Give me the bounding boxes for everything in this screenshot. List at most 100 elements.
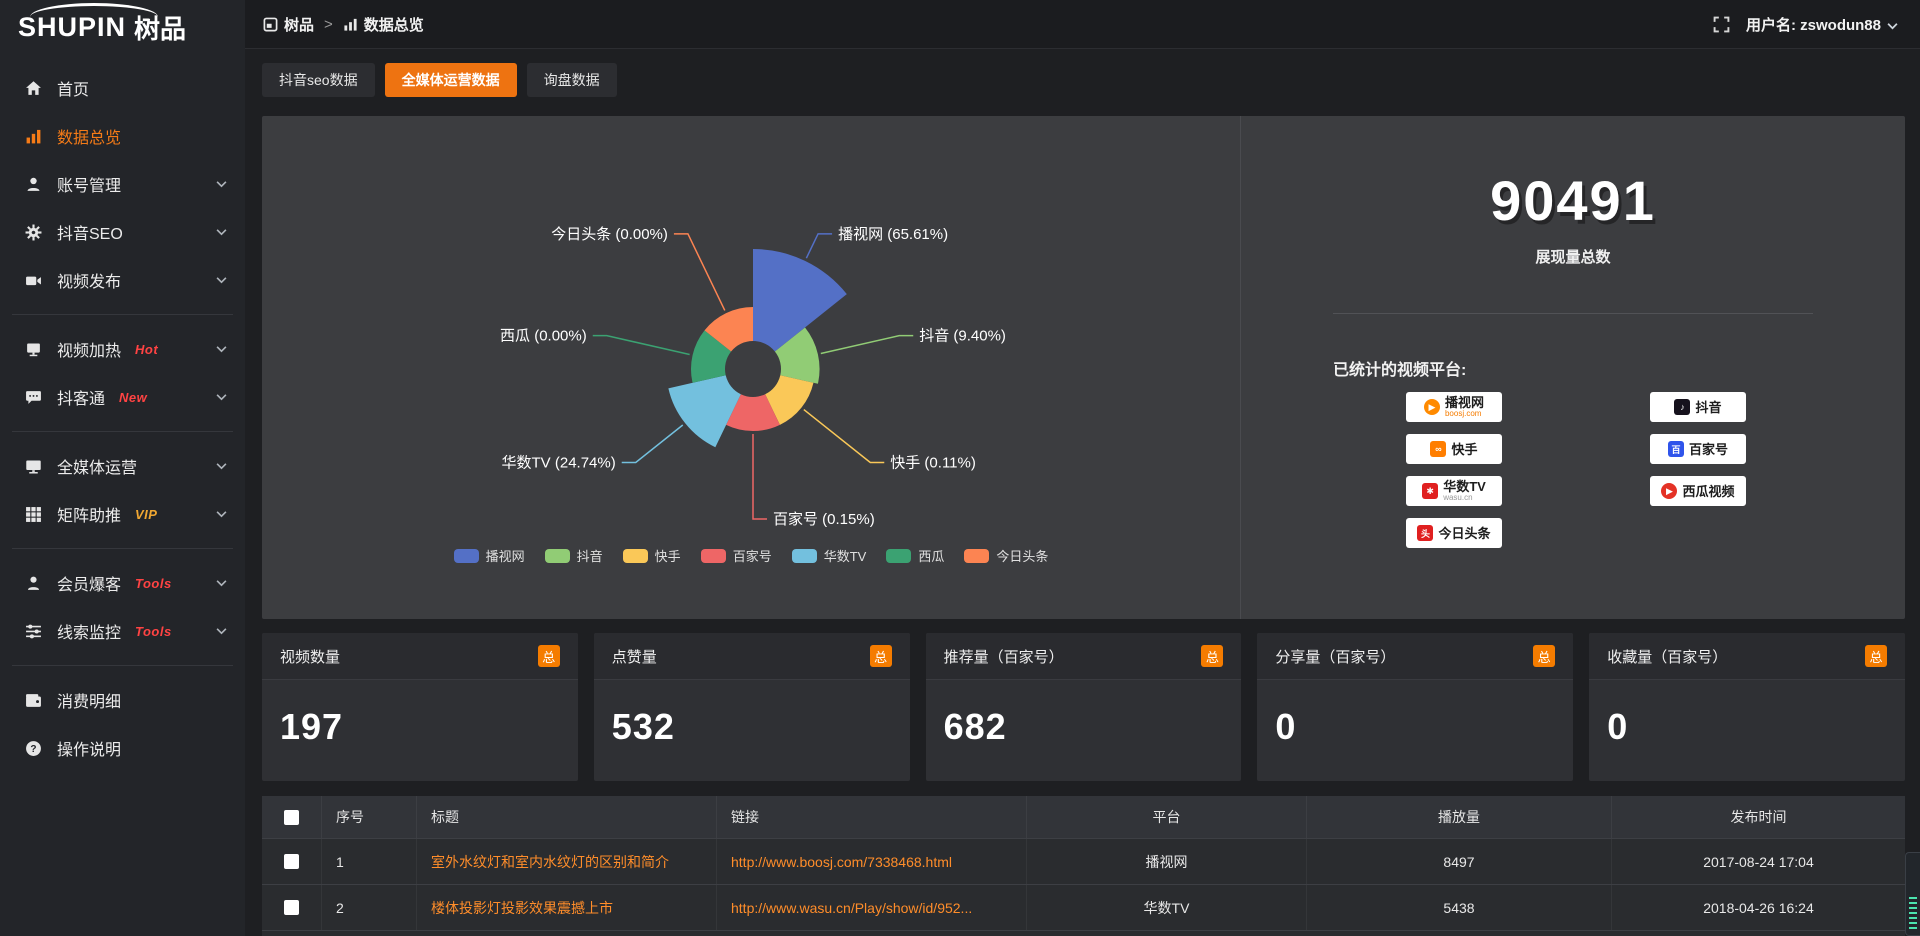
sidebar-item-grid[interactable]: 矩阵助推VIP (0, 490, 245, 538)
legend-label: 百家号 (733, 546, 772, 565)
legend-item-4[interactable]: 华数TV (792, 546, 867, 565)
stat-card-title: 推荐量（百家号） (944, 646, 1064, 667)
page-scrollbar[interactable] (1905, 852, 1920, 936)
legend-swatch (454, 549, 479, 563)
video-url-link[interactable]: http://www.wasu.cn/Play/show/id/952... (731, 900, 972, 916)
sidebar-item-badge: Tools (135, 624, 172, 639)
user-menu[interactable]: 用户名: zswodun88 (1746, 14, 1898, 35)
header-time: 发布时间 (1612, 796, 1905, 838)
cell-plays: 5438 (1307, 885, 1612, 930)
row-checkbox[interactable] (284, 900, 299, 915)
total-impressions-value: 90491 (1241, 172, 1905, 230)
tou-logo-icon: 头 (1417, 525, 1433, 541)
infinity-logo-icon: ∞ (1430, 441, 1446, 457)
pie-label-line-0 (806, 234, 832, 258)
sidebar-item-monitor[interactable]: 全媒体运营 (0, 442, 245, 490)
stat-card-value: 0 (1589, 680, 1905, 748)
legend-item-2[interactable]: 快手 (623, 546, 681, 565)
legend-item-5[interactable]: 西瓜 (886, 546, 944, 565)
stat-card-title: 分享量（百家号） (1275, 646, 1395, 667)
bar-chart-icon (343, 17, 358, 32)
sidebar-item-label: 消费明细 (57, 688, 121, 712)
screen-icon (24, 341, 42, 358)
platform-name: 抖音 (1695, 401, 1721, 414)
stat-card-value: 0 (1257, 680, 1573, 748)
chevron-down-icon (216, 627, 227, 635)
sidebar-divider (12, 665, 233, 666)
legend-item-6[interactable]: 今日头条 (964, 546, 1048, 565)
play-logo-icon: ▶ (1424, 399, 1440, 415)
summary-divider (1333, 313, 1813, 314)
tab-0[interactable]: 抖音seo数据 (262, 63, 375, 97)
sidebar-item-question[interactable]: ?操作说明 (0, 724, 245, 772)
header-title: 标题 (417, 796, 717, 838)
sidebar-item-gear[interactable]: 抖音SEO (0, 208, 245, 256)
sliders-icon (24, 623, 42, 640)
total-badge[interactable]: 总 (1201, 645, 1223, 667)
platform-badge-1-0: ♪抖音 (1650, 392, 1746, 422)
sidebar-item-home[interactable]: 首页 (0, 64, 245, 112)
tab-bar: 抖音seo数据全媒体运营数据询盘数据 (262, 63, 1905, 97)
chevron-down-icon (216, 393, 227, 401)
chevron-down-icon (216, 228, 227, 236)
platform-badge-1-2: ▶西瓜视频 (1650, 476, 1746, 506)
sidebar-item-label: 抖客通 (57, 385, 105, 409)
legend-label: 西瓜 (918, 546, 944, 565)
pie-label-1: 抖音 (9.40%) (919, 328, 1006, 345)
sidebar-item-person[interactable]: 会员爆客Tools (0, 559, 245, 607)
sidebar-divider (12, 431, 233, 432)
total-badge[interactable]: 总 (870, 645, 892, 667)
platform-badge-1-1: 百百家号 (1650, 434, 1746, 464)
video-url-link[interactable]: http://www.boosj.com/7338468.html (731, 854, 952, 870)
legend-swatch (792, 549, 817, 563)
sidebar-item-sliders[interactable]: 线索监控Tools (0, 607, 245, 655)
pie-label-0: 播视网 (65.61%) (838, 226, 948, 243)
row-select-cell (262, 885, 322, 930)
row-checkbox[interactable] (284, 854, 299, 869)
stat-card-value: 682 (926, 680, 1242, 748)
select-all-cell (262, 796, 322, 838)
table-header-row: 序号 标题 链接 平台 播放量 发布时间 (262, 796, 1905, 839)
legend-item-3[interactable]: 百家号 (701, 546, 772, 565)
select-all-checkbox[interactable] (284, 810, 299, 825)
total-badge[interactable]: 总 (1865, 645, 1887, 667)
tab-2[interactable]: 询盘数据 (527, 63, 617, 97)
video-title-link[interactable]: 楼体投影灯投影效果震撼上市 (431, 898, 613, 918)
legend-swatch (886, 549, 911, 563)
sidebar-item-wallet[interactable]: 消费明细 (0, 676, 245, 724)
platform-name: 西瓜视频 (1682, 485, 1734, 498)
stat-card-3: 分享量（百家号） 总 0 (1257, 633, 1573, 781)
stat-card-4: 收藏量（百家号）总0 (1589, 633, 1905, 781)
sidebar-item-user[interactable]: 账号管理 (0, 160, 245, 208)
legend-item-0[interactable]: 播视网 (454, 546, 525, 565)
stat-card-value: 532 (594, 680, 910, 748)
legend-label: 快手 (655, 546, 681, 565)
total-badge[interactable]: 总 (538, 645, 560, 667)
cell-seq: 1 (322, 839, 417, 884)
tab-1[interactable]: 全媒体运营数据 (385, 63, 517, 97)
fullscreen-icon[interactable] (1713, 16, 1730, 33)
bai-logo-icon: 百 (1668, 441, 1684, 457)
legend-item-1[interactable]: 抖音 (545, 546, 603, 565)
bars-icon (24, 128, 42, 145)
stat-card-header: 视频数量 总 (262, 633, 578, 680)
platform-badge-0-1: ∞快手 (1406, 434, 1502, 464)
gear-icon (24, 224, 42, 241)
header-link: 链接 (717, 796, 1027, 838)
stat-card-0: 视频数量总197 (262, 633, 578, 781)
sidebar-item-bars[interactable]: 数据总览 (0, 112, 245, 160)
sidebar-item-label: 全媒体运营 (57, 454, 137, 478)
total-badge[interactable]: 总 (1533, 645, 1555, 667)
sidebar-item-video[interactable]: 视频发布 (0, 256, 245, 304)
video-title-link[interactable]: 室外水纹灯和室内水纹灯的区别和简介 (431, 852, 669, 872)
breadcrumb-root[interactable]: 树品 (284, 14, 314, 35)
stat-card-title: 视频数量 (280, 646, 340, 667)
sidebar-item-screen[interactable]: 视频加热Hot (0, 325, 245, 373)
sidebar-item-chat[interactable]: 抖客通New (0, 373, 245, 421)
pie-slice-4[interactable] (668, 375, 740, 447)
sidebar-divider (12, 314, 233, 315)
legend-swatch (623, 549, 648, 563)
breadcrumb-current[interactable]: 数据总览 (364, 14, 424, 35)
pie-label-2: 快手 (0.11%) (890, 455, 976, 472)
legend-label: 今日头条 (996, 546, 1048, 565)
